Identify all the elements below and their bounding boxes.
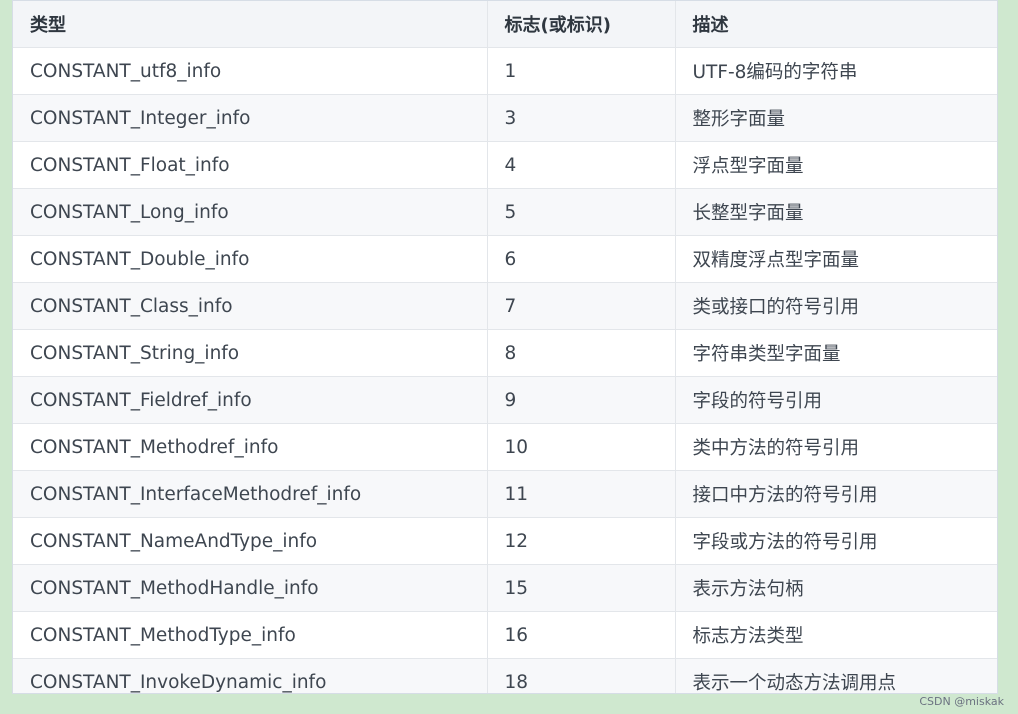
cell-tag: 11 [487,470,676,518]
cell-description: 字符串类型字面量 [675,329,997,377]
header-tag: 标志(或标识) [487,1,676,48]
table-body: CONSTANT_utf8_info 1 UTF-8编码的字符串 CONSTANT_I… [13,47,997,693]
table-row: CONSTANT_Integer_info 3 整形字面量 [13,94,997,142]
cell-tag: 3 [487,94,676,142]
table-row: CONSTANT_Class_info 7 类或接口的符号引用 [13,282,997,330]
cell-tag: 10 [487,423,676,471]
cell-description: 整形字面量 [675,94,997,142]
table-row: CONSTANT_MethodHandle_info 15 表示方法句柄 [13,564,997,612]
table-row: CONSTANT_Float_info 4 浮点型字面量 [13,141,997,189]
cell-description: 类中方法的符号引用 [675,423,997,471]
cell-description: 字段或方法的符号引用 [675,517,997,565]
cell-tag: 1 [487,47,676,95]
table-row: CONSTANT_InterfaceMethodref_info 11 接口中方法的… [13,470,997,518]
header-type: 类型 [13,1,488,48]
cell-type: CONSTANT_MethodType_info [13,611,488,659]
cell-description: 浮点型字面量 [675,141,997,189]
cell-type: CONSTANT_Fieldref_info [13,376,488,424]
table-row: CONSTANT_Fieldref_info 9 字段的符号引用 [13,376,997,424]
cell-tag: 6 [487,235,676,283]
cell-description: 接口中方法的符号引用 [675,470,997,518]
table-row: CONSTANT_String_info 8 字符串类型字面量 [13,329,997,377]
cell-tag: 16 [487,611,676,659]
table-row: CONSTANT_utf8_info 1 UTF-8编码的字符串 [13,47,997,95]
cell-description: 字段的符号引用 [675,376,997,424]
table-row: CONSTANT_MethodType_info 16 标志方法类型 [13,611,997,659]
cell-tag: 9 [487,376,676,424]
cell-type: CONSTANT_String_info [13,329,488,377]
watermark: CSDN @miskak [919,695,1004,708]
table-header: 类型 标志(或标识) 描述 [13,1,997,48]
cell-description: 标志方法类型 [675,611,997,659]
cell-type: CONSTANT_InvokeDynamic_info [13,658,488,693]
cell-type: CONSTANT_Double_info [13,235,488,283]
cell-type: CONSTANT_Long_info [13,188,488,236]
header-row: 类型 标志(或标识) 描述 [13,1,997,48]
cell-type: CONSTANT_Integer_info [13,94,488,142]
constant-pool-table: 类型 标志(或标识) 描述 CONSTANT_utf8_info 1 UTF-8编码… [13,1,997,693]
cell-tag: 12 [487,517,676,565]
cell-tag: 15 [487,564,676,612]
cell-description: 表示方法句柄 [675,564,997,612]
cell-description: UTF-8编码的字符串 [675,47,997,95]
cell-description: 长整型字面量 [675,188,997,236]
table-row: CONSTANT_Long_info 5 长整型字面量 [13,188,997,236]
table-row: CONSTANT_NameAndType_info 12 字段或方法的符号引用 [13,517,997,565]
cell-type: CONSTANT_Class_info [13,282,488,330]
cell-tag: 8 [487,329,676,377]
cell-tag: 7 [487,282,676,330]
cell-type: CONSTANT_MethodHandle_info [13,564,488,612]
header-description: 描述 [675,1,997,48]
cell-type: CONSTANT_Methodref_info [13,423,488,471]
cell-description: 表示一个动态方法调用点 [675,658,997,693]
cell-tag: 4 [487,141,676,189]
cell-type: CONSTANT_Float_info [13,141,488,189]
constant-pool-table-container: 类型 标志(或标识) 描述 CONSTANT_utf8_info 1 UTF-8编码… [12,0,998,694]
cell-type: CONSTANT_InterfaceMethodref_info [13,470,488,518]
table-row: CONSTANT_Methodref_info 10 类中方法的符号引用 [13,423,997,471]
cell-type: CONSTANT_utf8_info [13,47,488,95]
cell-description: 类或接口的符号引用 [675,282,997,330]
cell-description: 双精度浮点型字面量 [675,235,997,283]
cell-tag: 5 [487,188,676,236]
table-row: CONSTANT_InvokeDynamic_info 18 表示一个动态方法调用点 [13,658,997,693]
cell-type: CONSTANT_NameAndType_info [13,517,488,565]
cell-tag: 18 [487,658,676,693]
table-row: CONSTANT_Double_info 6 双精度浮点型字面量 [13,235,997,283]
